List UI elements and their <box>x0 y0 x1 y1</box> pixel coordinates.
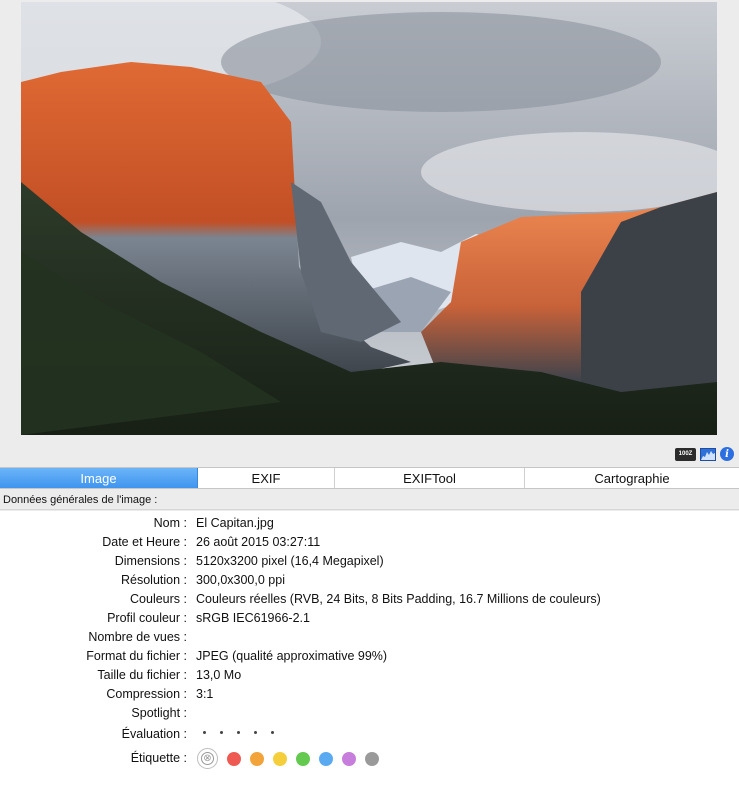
property-value: 13,0 Mo <box>196 668 242 682</box>
no-label-icon: ⊗ <box>201 752 214 765</box>
tab-image[interactable]: Image <box>0 468 198 488</box>
property-value: 3:1 <box>196 687 214 701</box>
label-gray-button[interactable] <box>365 751 379 766</box>
info-icon[interactable]: i <box>720 447 734 461</box>
label-green-button[interactable] <box>296 751 310 766</box>
property-value: 5120x3200 pixel (16,4 Megapixel) <box>196 554 384 568</box>
property-label: Format du fichier : <box>86 649 187 663</box>
property-value: 26 août 2015 03:27:11 <box>196 535 321 549</box>
zoom-100-icon[interactable]: 100Z <box>675 447 696 461</box>
property-label: Nom : <box>153 516 187 530</box>
property-label: Date et Heure : <box>102 535 187 549</box>
property-label: Étiquette : <box>130 751 187 765</box>
tab-bar: Image EXIF EXIFTool Cartographie <box>0 467 739 489</box>
rating-star-5[interactable] <box>271 731 274 734</box>
label-yellow-button[interactable] <box>273 751 287 766</box>
property-row-nombre-de-vues: Nombre de vues : <box>0 628 739 647</box>
property-label: Évaluation : <box>121 727 187 741</box>
property-row-etiquette: Étiquette : ⊗ <box>0 748 739 769</box>
property-row-nom: Nom : El Capitan.jpg <box>0 514 739 533</box>
tab-cartographie[interactable]: Cartographie <box>525 468 739 488</box>
mountain-landscape-image <box>21 2 717 435</box>
property-row-dimensions: Dimensions : 5120x3200 pixel (16,4 Megap… <box>0 552 739 571</box>
property-row-taille: Taille du fichier : 13,0 Mo <box>0 666 739 685</box>
rating-star-3[interactable] <box>237 731 240 734</box>
histogram-icon[interactable] <box>700 447 716 461</box>
property-row-evaluation: Évaluation : <box>0 725 739 744</box>
property-value: 300,0x300,0 ppi <box>196 573 285 587</box>
photo-preview <box>21 2 717 435</box>
property-row-resolution: Résolution : 300,0x300,0 ppi <box>0 571 739 590</box>
label-blue-button[interactable] <box>319 751 333 766</box>
property-label: Résolution : <box>120 573 187 587</box>
property-value: JPEG (qualité approximative 99%) <box>196 649 388 663</box>
image-properties-panel: Nom : El Capitan.jpg Date et Heure : 26 … <box>0 511 739 809</box>
preview-tool-icons: 100Z i <box>675 446 734 462</box>
property-label: Couleurs : <box>130 592 187 606</box>
tab-exiftool[interactable]: EXIFTool <box>335 468 525 488</box>
property-row-profil-couleur: Profil couleur : sRGB IEC61966-2.1 <box>0 609 739 628</box>
image-preview-area: 100Z i <box>0 0 739 466</box>
property-label: Taille du fichier : <box>97 668 187 682</box>
label-color-picker: ⊗ <box>197 748 379 769</box>
property-row-compression: Compression : 3:1 <box>0 685 739 704</box>
property-value: Couleurs réelles (RVB, 24 Bits, 8 Bits P… <box>196 592 601 606</box>
section-title: Données générales de l'image : <box>0 490 739 510</box>
property-label: Spotlight : <box>131 706 187 720</box>
property-row-format: Format du fichier : JPEG (qualité approx… <box>0 647 739 666</box>
label-purple-button[interactable] <box>342 751 356 766</box>
tab-exif[interactable]: EXIF <box>198 468 335 488</box>
rating-star-1[interactable] <box>203 731 206 734</box>
property-row-spotlight: Spotlight : <box>0 704 739 723</box>
rating-star-2[interactable] <box>220 731 223 734</box>
label-orange-button[interactable] <box>250 751 264 766</box>
property-row-couleurs: Couleurs : Couleurs réelles (RVB, 24 Bit… <box>0 590 739 609</box>
property-label: Nombre de vues : <box>88 630 187 644</box>
rating-control[interactable] <box>203 731 274 734</box>
rating-star-4[interactable] <box>254 731 257 734</box>
property-value: El Capitan.jpg <box>196 516 274 530</box>
label-none-button[interactable]: ⊗ <box>197 748 218 769</box>
label-red-button[interactable] <box>227 751 241 766</box>
property-value: sRGB IEC61966-2.1 <box>196 611 310 625</box>
property-row-date: Date et Heure : 26 août 2015 03:27:11 <box>0 533 739 552</box>
property-label: Dimensions : <box>114 554 187 568</box>
property-label: Profil couleur : <box>107 611 187 625</box>
property-label: Compression : <box>106 687 187 701</box>
